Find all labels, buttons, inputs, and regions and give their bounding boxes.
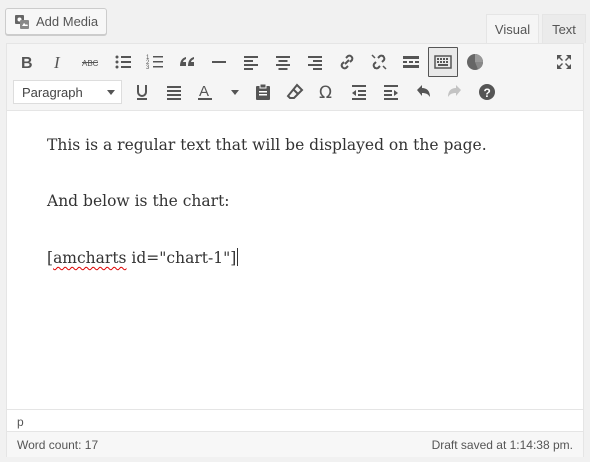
bulleted-list-icon (115, 55, 131, 69)
misspelled-word: amcharts (53, 249, 127, 267)
decrease-indent-button[interactable] (344, 77, 374, 107)
help-button[interactable]: ? (472, 77, 502, 107)
element-path-bar: p (7, 409, 583, 432)
clipboard-icon (256, 83, 270, 100)
status-bar: Word count: 17 Draft saved at 1:14:38 pm… (7, 431, 583, 457)
content-paragraph-3: [amcharts id="chart-1"] (47, 248, 239, 267)
text-color-icon: A (198, 83, 212, 100)
svg-text:B: B (21, 55, 33, 72)
undo-button[interactable] (408, 77, 438, 107)
italic-icon: I (53, 53, 61, 72)
align-center-icon (276, 56, 290, 70)
toolbar-toggle-button[interactable] (428, 47, 458, 77)
increase-indent-button[interactable] (376, 77, 406, 107)
align-left-button[interactable] (236, 47, 266, 77)
strikethrough-icon: ABC (82, 59, 99, 68)
text-color-dropdown-icon[interactable] (231, 90, 239, 95)
paste-as-text-button[interactable] (248, 77, 278, 107)
add-media-button[interactable]: Add Media (5, 8, 107, 35)
bold-button[interactable]: B (12, 47, 42, 77)
horizontal-line-button[interactable] (204, 47, 234, 77)
content-paragraph-1: This is a regular text that will be disp… (47, 136, 487, 154)
insert-link-button[interactable] (332, 47, 362, 77)
redo-icon (448, 85, 461, 97)
content-paragraph-2: And below is the chart: (47, 192, 230, 210)
align-right-button[interactable] (300, 47, 330, 77)
text-cursor (237, 248, 239, 266)
chevron-down-icon (107, 90, 115, 95)
read-more-button[interactable] (396, 47, 426, 77)
read-more-icon (403, 56, 419, 68)
eraser-icon (286, 83, 304, 99)
svg-text:?: ? (484, 86, 491, 100)
draft-status: Draft saved at 1:14:38 pm. (431, 438, 573, 452)
editor-toolbar: B I ABC 123 Paragraph A Ω ? (7, 44, 583, 111)
strikethrough-button[interactable]: ABC (75, 47, 105, 77)
svg-text:3: 3 (146, 65, 150, 71)
underline-button[interactable] (127, 77, 157, 107)
editor: B I ABC 123 Paragraph A Ω ? This is a re… (6, 43, 584, 457)
horizontal-line-icon (212, 61, 226, 63)
shortcode-rest: id="chart-1"] (126, 249, 237, 267)
format-select-value: Paragraph (22, 84, 83, 100)
blockquote-button[interactable] (172, 47, 202, 77)
toolbar-row-1: B I ABC 123 (7, 47, 583, 77)
word-count: Word count: 17 (17, 438, 99, 452)
bold-icon: B (21, 55, 33, 72)
editor-content[interactable]: This is a regular text that will be disp… (7, 111, 583, 409)
omega-icon: Ω (319, 83, 332, 102)
tab-text-label: Text (552, 21, 576, 37)
align-right-icon (308, 56, 322, 70)
bulleted-list-button[interactable] (108, 47, 138, 77)
fullscreen-icon (557, 55, 571, 69)
svg-text:A: A (199, 83, 209, 100)
quote-icon (180, 57, 194, 66)
numbered-list-icon: 123 (146, 55, 163, 71)
text-color-button[interactable]: A (191, 77, 221, 107)
svg-text:ABC: ABC (82, 59, 99, 68)
tab-visual[interactable]: Visual (486, 14, 539, 43)
tab-text[interactable]: Text (542, 14, 586, 43)
align-center-button[interactable] (268, 47, 298, 77)
add-media-label: Add Media (36, 14, 99, 29)
clear-formatting-button[interactable] (280, 77, 310, 107)
svg-text:Ω: Ω (319, 83, 332, 102)
outdent-icon (352, 85, 366, 100)
toolbar-row-2: Paragraph A Ω ? (7, 77, 583, 107)
pie-chart-icon (467, 54, 483, 70)
svg-text:I: I (53, 53, 61, 72)
undo-icon (417, 85, 430, 97)
justify-icon (167, 86, 181, 100)
tab-visual-label: Visual (494, 21, 531, 37)
amcharts-button[interactable] (460, 47, 490, 77)
format-select[interactable]: Paragraph (13, 80, 122, 104)
align-left-icon (244, 56, 258, 70)
element-path[interactable]: p (17, 415, 24, 429)
special-character-button[interactable]: Ω (312, 77, 342, 107)
underline-icon (137, 85, 147, 100)
media-icon (15, 14, 29, 29)
help-icon: ? (479, 84, 495, 100)
indent-icon (384, 85, 398, 100)
unlink-icon (371, 54, 387, 70)
numbered-list-button[interactable]: 123 (140, 47, 170, 77)
redo-button[interactable] (440, 77, 470, 107)
keyboard-icon (434, 55, 452, 69)
remove-link-button[interactable] (364, 47, 394, 77)
italic-button[interactable]: I (43, 47, 73, 77)
fullscreen-button[interactable] (549, 47, 579, 77)
justify-button[interactable] (159, 77, 189, 107)
link-icon (340, 54, 354, 70)
